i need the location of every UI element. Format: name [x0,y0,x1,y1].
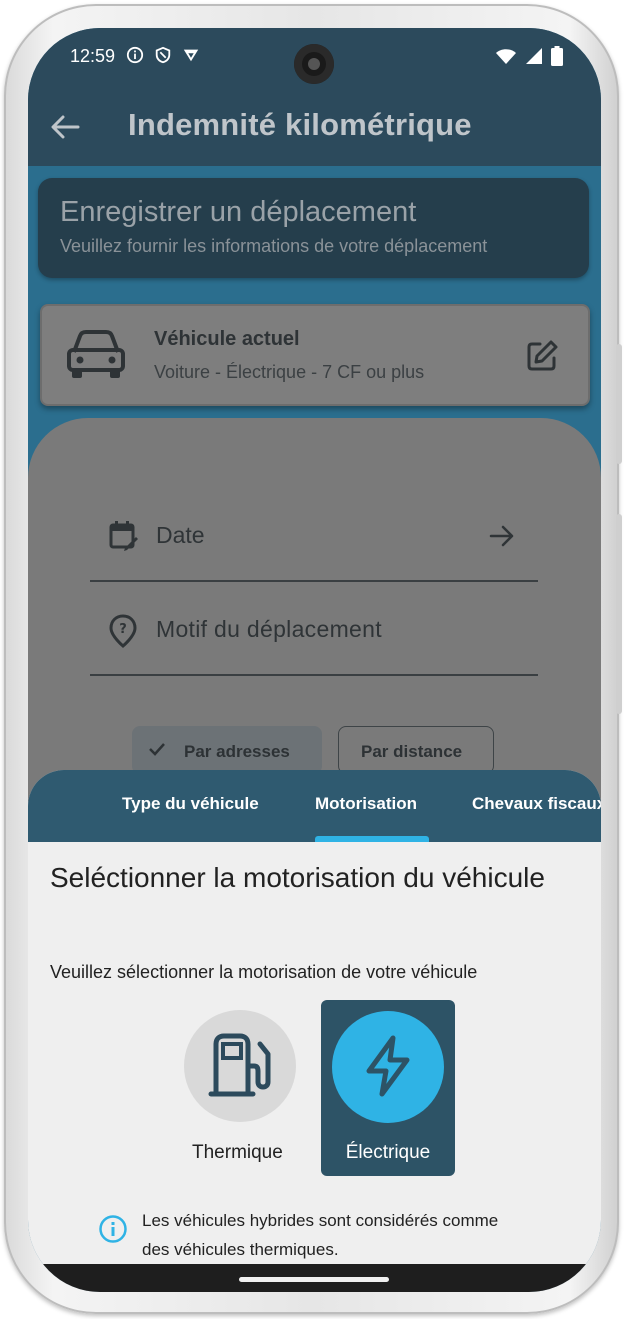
lightning-icon [366,1035,410,1097]
screen: 12:59 Indemnité kilométrique Enregistrer… [28,28,601,1292]
power-button [616,514,622,714]
by-distance-label: Par distance [361,742,463,761]
phone-frame: 12:59 Indemnité kilométrique Enregistrer… [4,4,622,1314]
vpn-icon [183,49,199,62]
arrow-right-icon[interactable] [488,522,516,550]
status-icons-right [495,46,563,66]
sheet-title: Seléctionner la motorisation du véhicule [50,862,545,893]
vehicle-title: Véhicule actuel [154,328,300,350]
home-gesture-handle[interactable] [239,1277,389,1282]
status-icons-left [126,46,200,64]
wifi-icon [496,49,516,64]
motorisation-bottom-sheet: Type du véhicule Motorisation Chevaux fi… [28,770,601,1292]
battery-icon [551,46,563,66]
calendar-edit-icon [109,521,138,551]
electrique-circle [332,1011,444,1123]
svg-text:?: ? [119,622,127,637]
app-bar: 12:59 Indemnité kilométrique [28,28,601,166]
car-icon [67,330,125,378]
current-vehicle-card[interactable]: Véhicule actuel Voiture - Électrique - 7… [40,304,590,406]
option-electrique-label: Électrique [345,1142,431,1163]
sheet-subtitle: Veuillez sélectionner la motorisation de… [50,962,478,982]
trip-reason-underline [90,674,538,676]
option-thermique-label: Thermique [192,1142,283,1163]
signal-icon [526,48,542,64]
date-field[interactable]: Date [156,522,205,549]
front-camera [294,44,334,84]
register-title: Enregistrer un déplacement [60,196,417,228]
trip-reason-field[interactable]: Motif du déplacement [156,616,382,643]
arrow-left-icon[interactable] [48,110,82,144]
fuel-pump-icon [208,1033,271,1097]
by-address-label: Par adresses [184,742,290,761]
tab-fiscal-horsepower[interactable]: Chevaux fiscaux [472,794,601,814]
page-title: Indemnité kilométrique [128,107,472,142]
register-trip-card: Enregistrer un déplacement Veuillez four… [38,178,589,278]
shield-icon [155,46,171,64]
date-field-underline [90,580,538,582]
info-icon [99,1215,127,1243]
info-icon [126,46,144,64]
vehicle-subtitle: Voiture - Électrique - 7 CF ou plus [154,362,425,382]
by-address-chip[interactable]: Par adresses [132,726,322,774]
register-subtitle: Veuillez fournir les informations de vot… [60,236,488,256]
edit-icon[interactable] [524,338,560,374]
status-time: 12:59 [70,46,116,66]
hybrid-info-text: Les véhicules hybrides sont considérés c… [142,1211,499,1259]
option-electrique[interactable]: Électrique [321,1000,455,1176]
by-distance-chip[interactable]: Par distance [338,726,494,774]
sheet-tabs: Type du véhicule Motorisation Chevaux fi… [28,770,601,842]
check-icon [149,743,165,756]
tab-vehicle-type[interactable]: Type du véhicule [122,794,259,814]
tab-motorisation[interactable]: Motorisation [315,794,417,814]
volume-button [616,344,622,464]
location-pin-icon: ? [109,614,137,648]
option-thermique[interactable] [184,1010,296,1122]
active-tab-indicator [315,836,429,842]
